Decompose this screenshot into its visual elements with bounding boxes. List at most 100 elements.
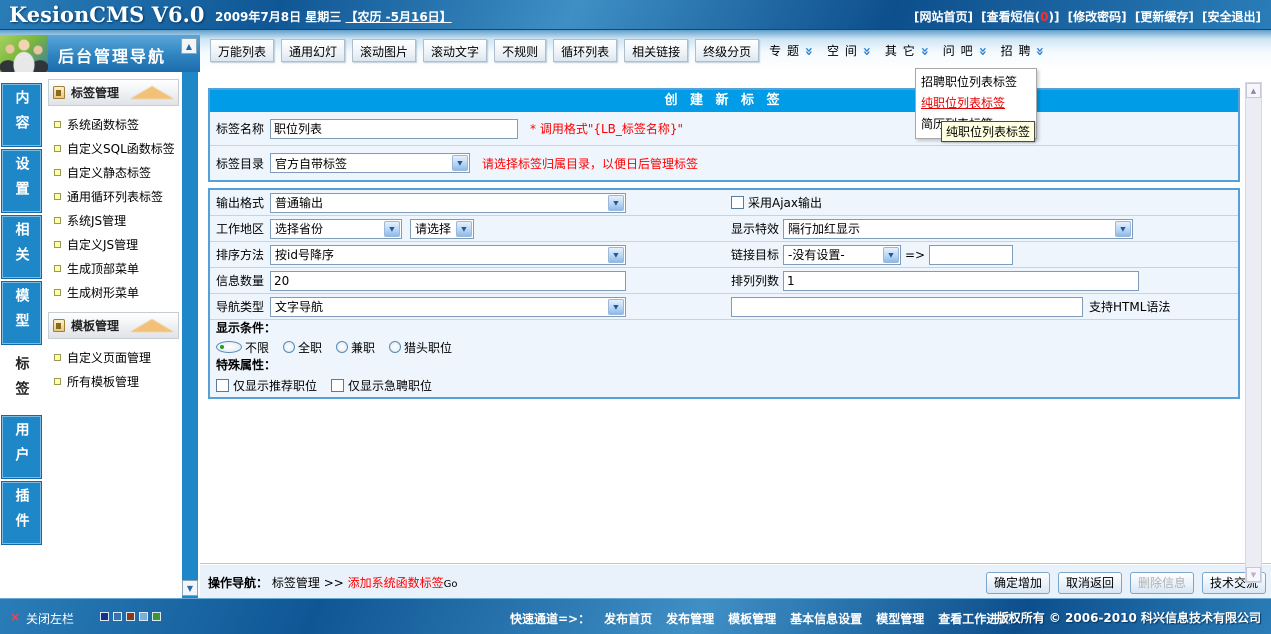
- quick-link-publish-management[interactable]: 发布管理: [666, 610, 714, 627]
- sidebar-item-all-template-management[interactable]: 所有模板管理: [47, 369, 180, 393]
- quick-link-template-management[interactable]: 模板管理: [728, 610, 776, 627]
- ajax-output-checkbox[interactable]: [731, 196, 744, 209]
- sidebar-item-custom-static-tags[interactable]: 自定义静态标签: [47, 160, 180, 184]
- theme-square-navy[interactable]: [100, 612, 109, 621]
- nav-type-select[interactable]: 文字导航: [270, 297, 626, 317]
- quick-link-publish-home[interactable]: 发布首页: [604, 610, 652, 627]
- confirm-add-button[interactable]: 确定增加: [986, 572, 1050, 594]
- scrollbar-up-button[interactable]: [1246, 83, 1261, 98]
- site-home-link[interactable]: [网站首页]: [914, 10, 973, 24]
- tag-name-input[interactable]: [270, 119, 518, 139]
- form-row: 信息数量 排列列数: [210, 268, 1238, 294]
- tab-irregular[interactable]: 不规则: [494, 39, 546, 62]
- sidebar-item-generate-tree-menu[interactable]: 生成树形菜单: [47, 280, 180, 304]
- sort-method-select[interactable]: 按id号降序: [270, 245, 626, 265]
- sidebar-item-custom-page-management[interactable]: 自定义页面管理: [47, 345, 180, 369]
- close-icon[interactable]: ×: [10, 610, 20, 624]
- theme-square-rust[interactable]: [126, 612, 135, 621]
- vtab-tags-active[interactable]: 标签: [2, 350, 41, 412]
- tag-name-label: 标签名称: [216, 120, 270, 137]
- breadcrumb-current[interactable]: 添加系统函数标签: [348, 576, 444, 590]
- menu-item-recruit-position-list[interactable]: 招聘职位列表标签: [921, 72, 1031, 93]
- effect-select[interactable]: 隔行加红显示: [783, 219, 1133, 239]
- sidebar-item-custom-js-management[interactable]: 自定义JS管理: [47, 232, 180, 256]
- theme-square-green[interactable]: [152, 612, 161, 621]
- radio-icon[interactable]: [389, 341, 401, 353]
- checkbox-option-urgent-only[interactable]: 仅显示急聘职位: [331, 377, 432, 394]
- columns-input[interactable]: [783, 271, 1139, 291]
- quick-link-model-management[interactable]: 模型管理: [876, 610, 924, 627]
- checkbox-icon[interactable]: [216, 379, 229, 392]
- main-scrollbar[interactable]: [1245, 82, 1262, 583]
- tab-recruit[interactable]: 招 聘: [998, 39, 1049, 62]
- section-title: 标签管理: [71, 84, 119, 101]
- vtab-users[interactable]: 用户: [2, 416, 41, 478]
- link-target-select[interactable]: -没有设置-: [783, 245, 901, 265]
- radio-option-fulltime[interactable]: 全职: [283, 339, 322, 356]
- sidebar-splitter-strip[interactable]: [182, 72, 198, 598]
- theme-square-blue[interactable]: [113, 612, 122, 621]
- vtab-content[interactable]: 内容: [2, 84, 41, 146]
- tab-other[interactable]: 其 它: [882, 39, 933, 62]
- admin-avatar-image: [0, 35, 48, 72]
- section-header-template-management[interactable]: 模板管理: [48, 312, 179, 339]
- output-format-select[interactable]: 普通输出: [270, 193, 626, 213]
- radio-icon[interactable]: [283, 341, 295, 353]
- form-row: 标签名称 * 调用格式"{LB_标签名称}": [210, 112, 1238, 146]
- breadcrumb-tag-management[interactable]: 标签管理: [272, 576, 320, 590]
- sidebar-item-generate-top-menu[interactable]: 生成顶部菜单: [47, 256, 180, 280]
- change-password-link[interactable]: [修改密码]: [1068, 10, 1127, 24]
- info-count-input[interactable]: [270, 271, 626, 291]
- tab-ask[interactable]: 问 吧: [940, 39, 991, 62]
- radio-icon[interactable]: [336, 341, 348, 353]
- province-select[interactable]: 选择省份: [270, 219, 402, 239]
- refresh-cache-link[interactable]: [更新缓存]: [1135, 10, 1194, 24]
- tab-special-topic[interactable]: 专 题: [766, 39, 817, 62]
- tab-related-links[interactable]: 相关链接: [624, 39, 688, 62]
- chevron-down-icon: [920, 45, 930, 55]
- logout-link[interactable]: [安全退出]: [1202, 10, 1261, 24]
- checkbox-option-recommended-only[interactable]: 仅显示推荐职位: [216, 377, 317, 394]
- menu-item-pure-position-list[interactable]: 纯职位列表标签: [921, 93, 1031, 114]
- theme-square-lightblue[interactable]: [139, 612, 148, 621]
- form-row: 导航类型 文字导航 支持HTML语法: [210, 294, 1238, 320]
- tab-scroll-image[interactable]: 滚动图片: [352, 39, 416, 62]
- sidebar-scroll-up-button[interactable]: [181, 38, 197, 54]
- sidebar-vertical-tabs: 内容 设置 相关 模型 标签 用户 插件: [0, 72, 44, 598]
- radio-option-headhunt[interactable]: 猎头职位: [389, 339, 452, 356]
- radio-selected-icon[interactable]: [216, 341, 242, 353]
- section-header-tag-management[interactable]: 标签管理: [48, 79, 179, 106]
- radio-option-unlimited[interactable]: 不限: [216, 339, 269, 356]
- scrollbar-down-button[interactable]: [1246, 567, 1261, 582]
- close-left-panel-link[interactable]: 关闭左栏: [26, 610, 74, 627]
- go-link[interactable]: Go: [444, 579, 458, 590]
- checkbox-icon[interactable]: [331, 379, 344, 392]
- view-sms-link[interactable]: [查看短信(0)]: [981, 10, 1059, 24]
- vtab-related[interactable]: 相关: [2, 216, 41, 278]
- tab-universal-list[interactable]: 万能列表: [210, 39, 274, 62]
- vtab-model[interactable]: 模型: [2, 282, 41, 344]
- sidebar-item-system-function-tags[interactable]: 系统函数标签: [47, 112, 180, 136]
- tag-dir-select[interactable]: 官方自带标签: [270, 153, 470, 173]
- nav-html-input[interactable]: [731, 297, 1083, 317]
- select-arrow-icon: [452, 155, 468, 171]
- tab-final-paging[interactable]: 终级分页: [695, 39, 759, 62]
- cancel-return-button[interactable]: 取消返回: [1058, 572, 1122, 594]
- tab-loop-list[interactable]: 循环列表: [553, 39, 617, 62]
- tab-scroll-text[interactable]: 滚动文字: [423, 39, 487, 62]
- vtab-plugins[interactable]: 插件: [2, 482, 41, 544]
- sidebar-scroll-down-button[interactable]: [182, 580, 198, 596]
- city-select[interactable]: 请选择: [410, 219, 474, 239]
- radio-option-parttime[interactable]: 兼职: [336, 339, 375, 356]
- link-target-input[interactable]: [929, 245, 1013, 265]
- quick-link-basic-info-settings[interactable]: 基本信息设置: [790, 610, 862, 627]
- sidebar-item-custom-sql-function-tags[interactable]: 自定义SQL函数标签: [47, 136, 180, 160]
- tab-space[interactable]: 空 间: [824, 39, 875, 62]
- vtab-settings[interactable]: 设置: [2, 150, 41, 212]
- action-buttons: 确定增加 取消返回 删除信息 技术交流: [986, 572, 1266, 594]
- sidebar-item-system-js-management[interactable]: 系统JS管理: [47, 208, 180, 232]
- lunar-date-link[interactable]: 【农历 -5月16日】: [345, 10, 451, 24]
- tab-general-slide[interactable]: 通用幻灯: [281, 39, 345, 62]
- sidebar-item-general-loop-list-tags[interactable]: 通用循环列表标签: [47, 184, 180, 208]
- form-top-box: 创 建 新 标 签 标签名称 * 调用格式"{LB_标签名称}" 标签目录 官方…: [208, 88, 1240, 182]
